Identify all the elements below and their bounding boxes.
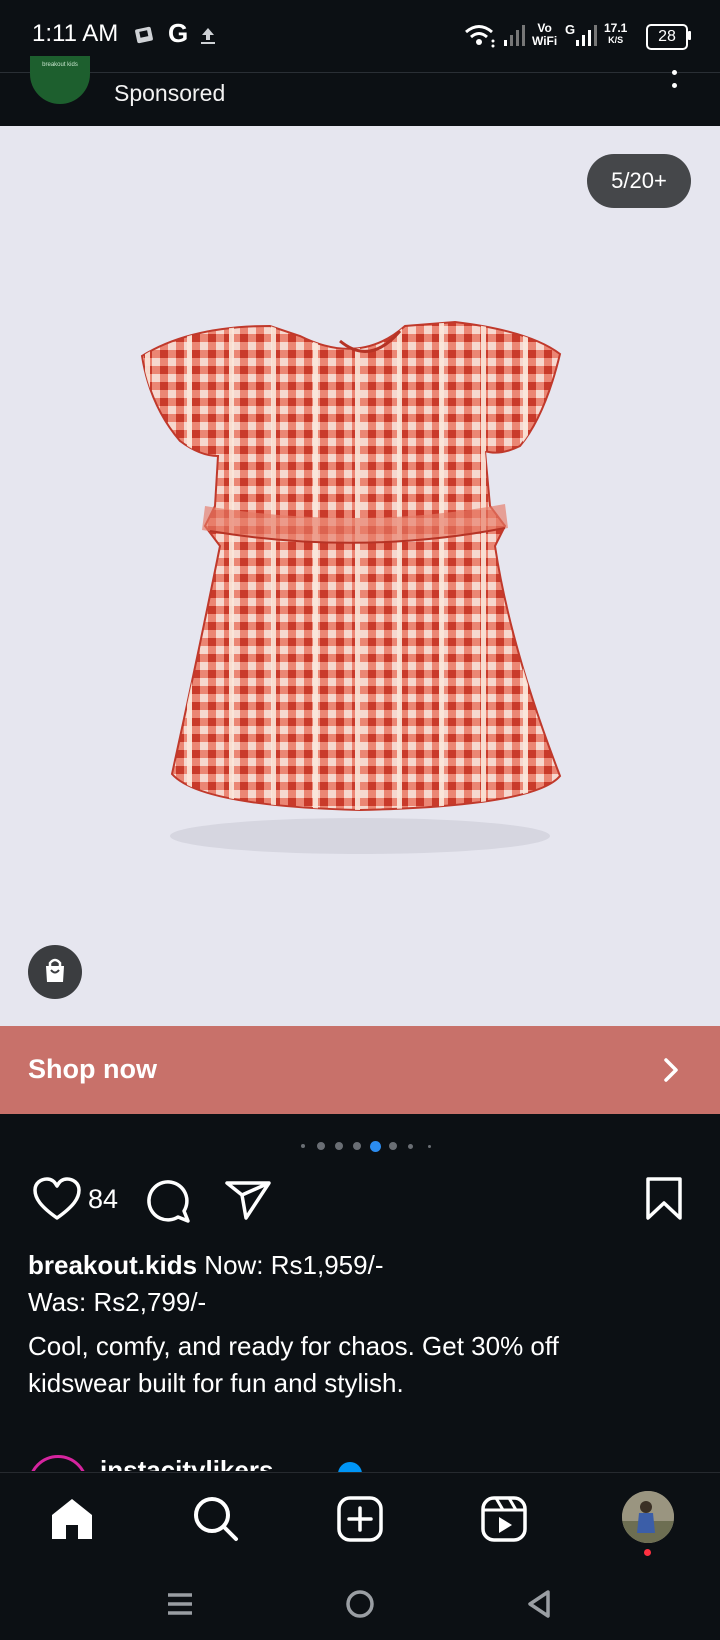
product-tags-button[interactable] [28,945,82,999]
menu-icon[interactable] [164,1588,196,1620]
carousel-dot-active [370,1141,381,1152]
shopping-bag-icon [46,958,64,982]
price-was: Was: Rs2,799/- [28,1287,207,1317]
next-post-username[interactable]: instacitylikers [100,1455,273,1471]
vowifi-indicator: Vo WiFi [532,22,557,48]
chevron-right-icon [664,1058,678,1082]
carousel-dot [428,1145,431,1148]
more-options-icon[interactable] [672,70,678,96]
plus-square-icon[interactable] [336,1495,384,1543]
profile-avatar[interactable] [622,1491,674,1543]
carousel-indicator [0,1136,720,1156]
image-counter: 5/20+ [587,154,691,208]
advertiser-avatar-text: breakout kids [42,62,78,68]
caption-username[interactable]: breakout.kids [28,1250,197,1280]
notification-dot [644,1549,651,1556]
search-icon[interactable] [192,1495,240,1543]
post-caption: breakout.kids Now: Rs1,959/- Was: Rs2,79… [28,1247,688,1321]
bookmark-icon[interactable] [644,1176,684,1222]
carousel-dot [408,1144,413,1149]
bottom-navigation [0,1472,720,1569]
vowifi-bottom: WiFi [532,34,558,48]
back-icon[interactable] [524,1588,556,1620]
carousel-dot [317,1142,325,1150]
wifi-icon [465,25,495,48]
dress-image [140,320,562,854]
signal-sim2-icon [576,25,597,46]
send-icon[interactable] [224,1178,272,1222]
price-now: Now: Rs1,959/- [204,1250,384,1280]
net-speed-value: 17.1 [604,21,628,35]
net-speed-unit: K/S [608,35,624,45]
carousel-dot [301,1144,305,1148]
status-bar: 1:11 AM G Vo WiFi G 17.1 K/S 28 [0,0,720,72]
carousel-dot [353,1142,361,1150]
post-image[interactable] [0,126,720,1026]
verified-badge-icon [338,1462,362,1472]
heart-icon[interactable] [32,1176,82,1222]
signal-sim1-icon [504,25,525,46]
profile-photo [622,1491,674,1543]
post-description: Cool, comfy, and ready for chaos. Get 30… [28,1331,559,1398]
likes-count[interactable]: 84 [88,1184,118,1215]
battery-indicator: 28 [646,24,688,50]
home-circle-icon[interactable] [344,1588,376,1620]
gallery-notification-icon [135,26,153,44]
sponsored-label[interactable]: Sponsored [114,80,225,107]
google-notification-icon: G [168,18,189,48]
shop-now-button[interactable]: Shop now [0,1026,720,1114]
reels-icon[interactable] [480,1495,528,1543]
carousel-dot [335,1142,343,1150]
shop-now-label: Shop now [28,1054,157,1084]
network-speed: 17.1 K/S [604,22,627,46]
upload-icon [201,28,215,44]
status-divider [0,72,720,73]
system-navigation [0,1568,720,1640]
comment-icon[interactable] [144,1177,192,1225]
next-post-avatar[interactable] [28,1455,88,1471]
home-icon[interactable] [48,1495,96,1543]
carousel-dot [389,1142,397,1150]
status-time: 1:11 AM [32,20,119,47]
battery-tip [688,31,691,40]
